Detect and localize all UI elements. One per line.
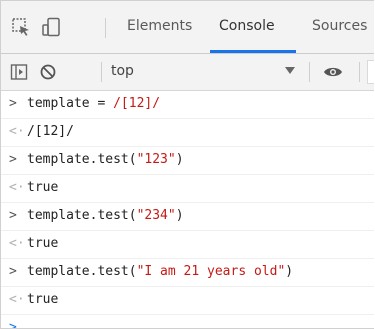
chevron-down-icon[interactable]	[285, 67, 295, 74]
code-text: )	[175, 152, 184, 167]
execution-context-select[interactable]: top	[111, 63, 134, 79]
code-text: )	[175, 208, 184, 223]
devtools-window: Elements Console Sources top > template …	[0, 0, 374, 329]
sidebar-toggle-icon[interactable]	[9, 62, 29, 82]
devtools-tab-bar: Elements Console Sources	[1, 1, 374, 54]
console-prompt-row[interactable]: >	[1, 315, 374, 329]
device-toolbar-icon[interactable]	[39, 15, 63, 39]
code-text: template.test(	[27, 152, 137, 167]
regex-literal: /[12]/	[113, 96, 161, 111]
active-prompt-icon: >	[9, 320, 17, 329]
output-prompt-icon: <·	[9, 124, 25, 139]
console-output-row: <· true	[1, 287, 374, 315]
output-prompt-icon: <·	[9, 236, 25, 251]
toolbar-separator	[105, 18, 106, 38]
console-input-row: > template.test("234")	[1, 203, 374, 231]
input-prompt-icon: >	[9, 152, 17, 167]
toolbar-separator	[101, 62, 102, 82]
console-input-row: > template = /[12]/	[1, 91, 374, 119]
string-literal: "I am 21 years old"	[136, 264, 286, 279]
code-text: )	[285, 264, 294, 279]
toolbar-separator	[359, 62, 360, 82]
code-text: template =	[27, 96, 114, 111]
console-output-row: <· true	[1, 231, 374, 259]
string-literal: "234"	[136, 208, 176, 223]
tab-console[interactable]: Console	[219, 18, 275, 34]
console-output-row: <· true	[1, 175, 374, 203]
console-toolbar: top	[1, 54, 374, 91]
code-text: template.test(	[27, 208, 137, 223]
console-input-row: > template.test("123")	[1, 147, 374, 175]
inspect-element-icon[interactable]	[9, 15, 33, 39]
input-prompt-icon: >	[9, 208, 17, 223]
output-value: true	[27, 180, 59, 195]
input-prompt-icon: >	[9, 264, 17, 279]
string-literal: "123"	[136, 152, 176, 167]
eye-icon[interactable]	[323, 62, 343, 82]
output-value: true	[27, 236, 59, 251]
code-text: template.test(	[27, 264, 137, 279]
clear-console-icon[interactable]	[38, 62, 58, 82]
input-prompt-icon: >	[9, 96, 17, 111]
filter-input[interactable]	[367, 60, 374, 84]
output-prompt-icon: <·	[9, 180, 25, 195]
output-value: true	[27, 292, 59, 307]
tab-elements[interactable]: Elements	[127, 18, 192, 34]
tab-sources[interactable]: Sources	[312, 18, 367, 34]
output-value: /[12]/	[27, 124, 74, 139]
output-prompt-icon: <·	[9, 292, 25, 307]
console-input-row: > template.test("I am 21 years old")	[1, 259, 374, 287]
toolbar-separator	[309, 62, 310, 82]
active-tab-indicator	[210, 50, 296, 53]
console-output-row: <· /[12]/	[1, 119, 374, 147]
